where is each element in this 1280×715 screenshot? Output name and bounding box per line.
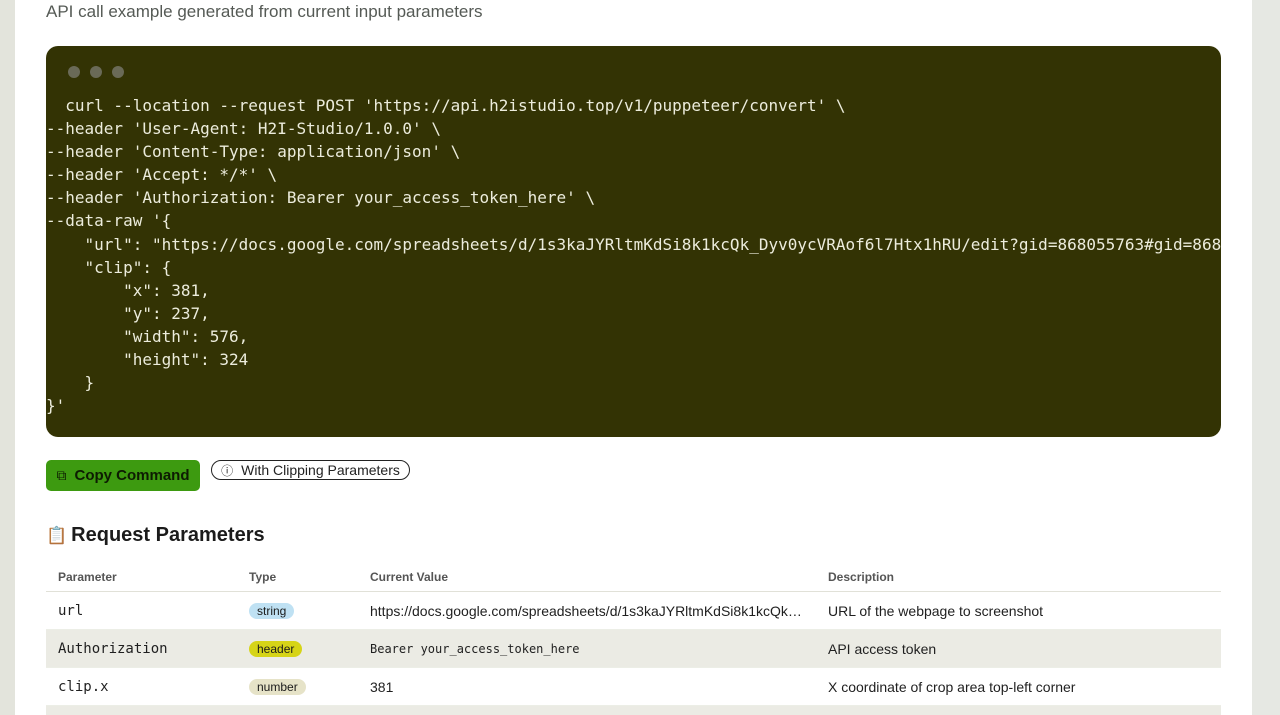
page-edge xyxy=(1252,0,1280,715)
table-row: url string https://docs.google.com/sprea… xyxy=(46,591,1221,630)
parameters-table: Parameter Type Current Value Description… xyxy=(46,562,1221,715)
api-example-panel: API call example generated from current … xyxy=(15,0,1252,715)
param-name: Authorization xyxy=(46,629,237,668)
type-badge: number xyxy=(249,679,306,695)
copy-command-label: Copy Command xyxy=(74,467,190,484)
copy-command-button[interactable]: ⧉ Copy Command xyxy=(46,460,200,491)
window-dot xyxy=(68,66,80,78)
type-badge: header xyxy=(249,641,303,657)
param-type-cell: string xyxy=(237,591,358,630)
column-header-type: Type xyxy=(237,562,358,592)
param-value-partial xyxy=(358,705,816,715)
table-header-row: Parameter Type Current Value Description xyxy=(46,562,1221,592)
param-name: url xyxy=(46,591,237,630)
param-value: Bearer your_access_token_here xyxy=(358,629,816,668)
clipboard-icon: 📋 xyxy=(46,525,68,545)
param-description: API access token xyxy=(816,629,1221,668)
curl-command-text[interactable]: curl --location --request POST 'https://… xyxy=(46,94,1221,417)
table-row xyxy=(46,705,1221,715)
clipping-parameters-label: With Clipping Parameters xyxy=(241,462,400,478)
request-parameters-heading: 📋 Request Parameters xyxy=(46,524,265,547)
param-type-cell: number xyxy=(237,667,358,706)
param-value-cell: https://docs.google.com/spreadsheets/d/1… xyxy=(358,591,816,630)
param-description: URL of the webpage to screenshot xyxy=(816,591,1221,630)
window-dot xyxy=(112,66,124,78)
param-name-partial xyxy=(46,705,237,715)
code-block: curl --location --request POST 'https://… xyxy=(46,46,1221,437)
clipping-parameters-toggle[interactable]: ⓘ With Clipping Parameters xyxy=(211,460,410,480)
column-header-current-value: Current Value xyxy=(358,562,816,592)
column-header-description: Description xyxy=(816,562,1221,592)
info-circle-icon: ⓘ xyxy=(221,463,234,478)
type-badge: string xyxy=(249,603,295,619)
param-description-partial xyxy=(816,705,1221,715)
section-subtitle: API call example generated from current … xyxy=(46,2,483,21)
param-type-partial xyxy=(237,705,358,715)
request-parameters-title: Request Parameters xyxy=(71,524,265,546)
copy-icon: ⧉ xyxy=(56,467,67,483)
param-value: https://docs.google.com/spreadsheets/d/1… xyxy=(370,603,802,620)
param-description: X coordinate of crop area top-left corne… xyxy=(816,667,1221,706)
table-row: clip.x number 381 X coordinate of crop a… xyxy=(46,667,1221,706)
param-value: 381 xyxy=(358,667,816,706)
table-row: Authorization header Bearer your_access_… xyxy=(46,629,1221,668)
param-name: clip.x xyxy=(46,667,237,706)
window-dots xyxy=(68,65,134,83)
param-type-cell: header xyxy=(237,629,358,668)
column-header-parameter: Parameter xyxy=(46,562,237,592)
window-dot xyxy=(90,66,102,78)
